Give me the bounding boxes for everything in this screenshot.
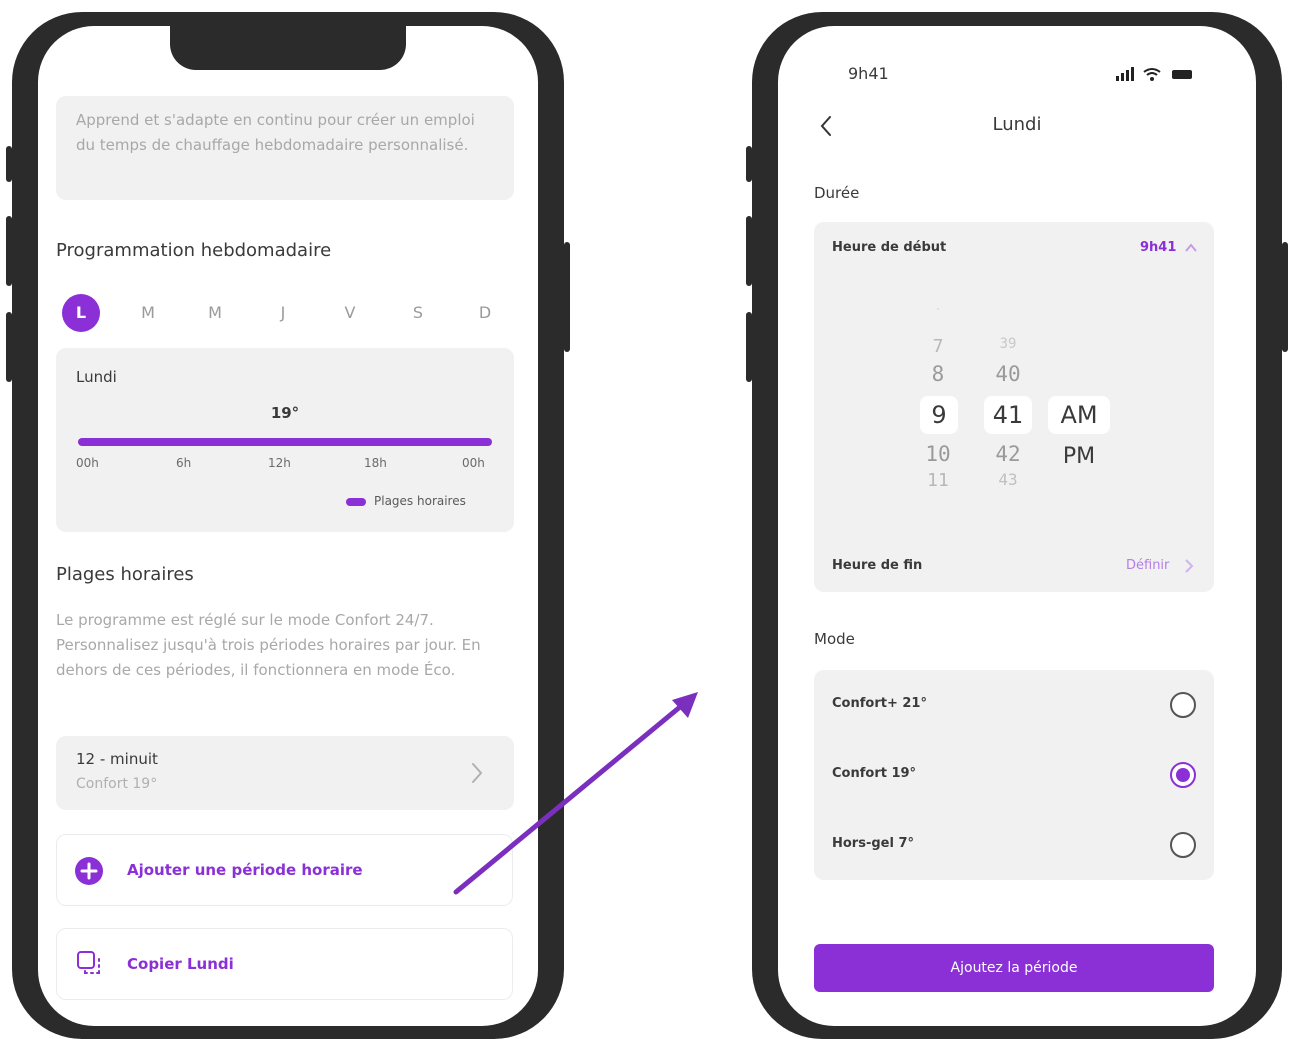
radio-button[interactable]	[1170, 832, 1196, 858]
tick-label: 00h	[76, 456, 99, 470]
legend-swatch	[346, 498, 366, 506]
page-title: Lundi	[992, 114, 1042, 135]
time-card: Heure de début 9h41 · 7 8 9 10 11 39 40 …	[814, 222, 1214, 592]
radio-button[interactable]	[1170, 692, 1196, 718]
start-time-value[interactable]: 9h41	[1140, 240, 1176, 255]
legend-label: Plages horaires	[374, 494, 466, 508]
hour-selected[interactable]: 9	[920, 396, 958, 434]
mode-option[interactable]: Confort 19°	[814, 740, 1214, 808]
hour-option[interactable]: 7	[920, 336, 956, 357]
day-selector: L M M J V S D	[56, 294, 514, 332]
chevron-up-icon[interactable]	[1184, 242, 1198, 254]
minute-option[interactable]: 39	[988, 336, 1028, 352]
schedule-day-label: Lundi	[76, 368, 117, 386]
minute-option[interactable]: 40	[988, 362, 1028, 386]
copy-day-button[interactable]: Copier Lundi	[56, 928, 513, 1000]
phone-frame-right: 9h41 Lundi Durée Heure de début 9h41 · 7…	[746, 12, 1288, 1039]
slots-description: Le programme est réglé sur le mode Confo…	[56, 611, 481, 679]
weekly-title: Programmation hebdomadaire	[56, 240, 332, 261]
ampm-selected[interactable]: AM	[1048, 396, 1110, 434]
side-button	[6, 216, 12, 286]
mode-label: Confort 19°	[832, 766, 917, 781]
minute-option[interactable]: 42	[988, 442, 1028, 466]
status-time: 9h41	[848, 64, 889, 83]
day-monday[interactable]: L	[62, 294, 100, 332]
mode-label: Hors-gel 7°	[832, 836, 915, 851]
chevron-right-icon[interactable]	[1184, 558, 1194, 574]
screen-day-period: 9h41 Lundi Durée Heure de début 9h41 · 7…	[778, 26, 1256, 1026]
side-button	[6, 146, 12, 182]
hour-option[interactable]: 11	[920, 470, 956, 491]
side-button	[746, 146, 752, 182]
side-button	[1282, 242, 1288, 352]
tick-label: 12h	[268, 456, 291, 470]
slot-time: 12 - minuit	[76, 750, 158, 768]
intro-text: Apprend et s'adapte en continu pour crée…	[76, 111, 475, 154]
end-time-label: Heure de fin	[832, 558, 923, 573]
day-friday[interactable]: V	[331, 294, 369, 332]
status-icons	[1116, 67, 1192, 81]
mode-list: Confort+ 21° Confort 19° Hors-gel 7°	[814, 670, 1214, 880]
add-period-cta[interactable]: Ajoutez la période	[814, 944, 1214, 992]
mode-option[interactable]: Hors-gel 7°	[814, 810, 1214, 878]
hour-wheel-fade: ·	[934, 304, 942, 315]
minute-selected[interactable]: 41	[984, 396, 1032, 434]
slots-title: Plages horaires	[56, 564, 194, 585]
add-period-label: Ajouter une période horaire	[127, 861, 363, 879]
section-duration: Durée	[814, 184, 860, 202]
day-sunday[interactable]: D	[466, 294, 504, 332]
plus-circle-icon	[75, 857, 103, 885]
flow-arrow-icon	[453, 692, 698, 895]
slot-mode: Confort 19°	[76, 776, 158, 792]
tick-label: 18h	[364, 456, 387, 470]
copy-day-label: Copier Lundi	[127, 955, 234, 973]
section-mode: Mode	[814, 630, 855, 648]
day-tuesday[interactable]: M	[129, 294, 167, 332]
minute-option[interactable]: 43	[988, 470, 1028, 489]
day-wednesday[interactable]: M	[196, 294, 234, 332]
mode-label: Confort+ 21°	[832, 696, 927, 711]
schedule-bar	[78, 438, 492, 446]
mode-option[interactable]: Confort+ 21°	[814, 670, 1214, 738]
schedule-temperature: 19°	[270, 404, 300, 422]
day-saturday[interactable]: S	[399, 294, 437, 332]
intro-card: Apprend et s'adapte en continu pour crée…	[56, 96, 514, 200]
radio-button-selected[interactable]	[1170, 762, 1196, 788]
start-time-label: Heure de début	[832, 240, 947, 255]
day-thursday[interactable]: J	[264, 294, 302, 332]
ampm-option[interactable]: PM	[1048, 444, 1110, 469]
side-button	[746, 312, 752, 382]
notch	[170, 26, 406, 70]
schedule-card: Lundi 19° 00h 6h 12h 18h 00h Plages hora…	[56, 348, 514, 532]
hour-option[interactable]: 8	[920, 362, 956, 386]
copy-icon	[77, 951, 100, 974]
side-button	[746, 216, 752, 286]
tick-label: 6h	[176, 456, 192, 470]
side-button	[6, 312, 12, 382]
end-time-value[interactable]: Définir	[1126, 558, 1169, 573]
tick-label: 00h	[462, 456, 485, 470]
hour-option[interactable]: 10	[920, 442, 956, 466]
side-button	[564, 242, 570, 352]
